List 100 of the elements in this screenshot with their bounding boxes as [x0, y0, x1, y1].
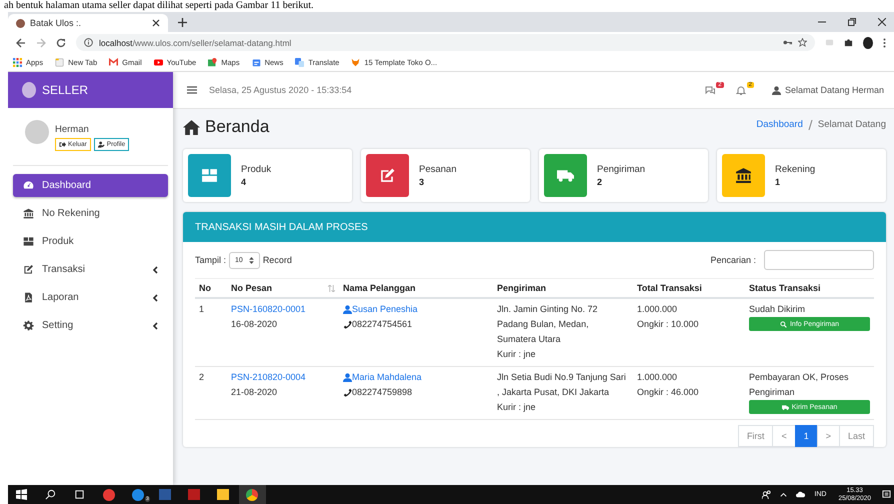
box-icon — [23, 236, 34, 247]
address-field[interactable]: localhost/www.ulos.com/seller/selamat-datang.html — [76, 34, 815, 51]
menu-icon[interactable] — [187, 86, 197, 94]
reload-icon[interactable] — [56, 38, 66, 48]
shipping-cost: Ongkir : 46.000 — [637, 386, 700, 399]
breadcrumb-separator — [808, 120, 813, 130]
pagination-link[interactable]: > — [816, 425, 840, 447]
column-header: Pengiriman — [493, 278, 633, 298]
edit-icon — [23, 264, 34, 275]
pagination-link[interactable]: First — [738, 425, 774, 447]
truck-icon — [557, 167, 574, 184]
restore-icon[interactable] — [848, 18, 856, 26]
column-header[interactable]: No Pesan — [227, 278, 339, 298]
sidebar-item[interactable]: Dashboard — [13, 174, 168, 197]
column-header: Total Transaksi — [633, 278, 745, 298]
document-caption: ah bentuk halaman utama seller dapat dilihat seperti pada Gambar 11 berikut. — [3, 0, 315, 12]
status-text: Pembayaran OK, Proses Pengiriman — [749, 371, 850, 399]
chat-icon[interactable] — [705, 85, 716, 95]
sidebar-item[interactable]: Laporan — [13, 286, 168, 309]
notification-icon[interactable] — [882, 490, 891, 499]
record-label: Record — [262, 255, 292, 265]
search-field[interactable] — [764, 250, 874, 270]
close-tab-icon[interactable] — [152, 19, 160, 27]
info-icon — [84, 38, 93, 47]
stat-label: Pesanan — [419, 164, 457, 175]
panel-header: TRANSAKSI MASIH DALAM PROSES — [183, 212, 886, 242]
bank-icon — [23, 208, 34, 219]
new-tab-icon[interactable] — [178, 18, 187, 27]
browser-tab[interactable]: Batak Ulos :. — [8, 14, 168, 32]
shipping-address: Jln Setia Budi No.9 Tanjung Sari , Jakarta Pusat, DKI Jakarta — [497, 371, 627, 399]
stat-value: 2 — [597, 177, 604, 187]
user-avatar — [25, 120, 49, 144]
order-link[interactable]: PSN-210820-0004 — [231, 370, 335, 385]
stat-value: 3 — [419, 177, 426, 187]
sidebar-item[interactable]: No Rekening — [13, 202, 168, 225]
spinner-arrows-icon — [248, 256, 254, 264]
map-pin-icon — [208, 58, 218, 66]
home-icon — [183, 118, 200, 136]
edit-icon — [379, 167, 396, 184]
translate-icon — [295, 58, 304, 66]
courier-text: Kurir : jne — [497, 348, 537, 361]
order-date: 16-08-2020 — [231, 318, 278, 331]
user-name: Herman — [55, 124, 90, 135]
logo-icon — [22, 82, 36, 98]
page-icon — [55, 58, 64, 66]
customer-link[interactable]: Susan Peneshia — [352, 302, 418, 317]
date-time: Selasa, 25 Agustus 2020 - 15:33:54 — [209, 85, 353, 95]
column-header: No — [195, 278, 227, 298]
row-number: 2 — [199, 372, 204, 382]
breadcrumb-link[interactable]: Dashboard — [756, 119, 803, 130]
customer-link[interactable]: Maria Mahdalena — [352, 370, 422, 385]
stat-label: Rekening — [775, 164, 816, 175]
search-icon — [780, 320, 787, 328]
apps-grid-icon — [13, 58, 22, 66]
phone-icon — [343, 320, 352, 329]
sidebar-item[interactable]: Produk — [13, 230, 168, 253]
bank-icon — [735, 167, 752, 184]
pagination-link[interactable]: Last — [838, 425, 874, 447]
phone-number: 082274754561 — [352, 318, 412, 331]
bell-icon[interactable] — [736, 85, 746, 95]
settings-icon — [23, 320, 34, 331]
star-icon[interactable] — [798, 38, 807, 47]
pdf-file-icon — [23, 292, 34, 303]
user-icon — [343, 373, 352, 382]
sidebar-item[interactable]: Transaksi — [13, 258, 168, 281]
phone-icon — [343, 388, 352, 397]
order-date: 21-08-2020 — [231, 386, 278, 399]
cloud-icon[interactable] — [796, 490, 806, 499]
user-edit-icon — [98, 141, 105, 148]
close-icon[interactable] — [878, 18, 886, 26]
back-icon[interactable] — [16, 38, 26, 48]
column-header: Status Transaksi — [745, 278, 874, 298]
favicon-icon — [16, 18, 25, 28]
truck-icon — [782, 404, 789, 410]
stat-label: Pengiriman — [597, 164, 646, 175]
sidebar-item[interactable]: Setting — [13, 314, 168, 337]
key-icon[interactable] — [783, 38, 792, 47]
breadcrumb-current: Selamat Datang — [818, 119, 886, 130]
user-menu[interactable]: Selamat Datang Herman — [772, 85, 884, 95]
phone-number: 082274759898 — [352, 386, 412, 399]
user-icon — [772, 86, 781, 94]
total-amount: 1.000.000 — [637, 303, 678, 316]
order-link[interactable]: PSN-160820-0001 — [231, 302, 335, 317]
menu-icon[interactable] — [883, 38, 886, 48]
stat-value: 4 — [241, 177, 248, 187]
people-icon[interactable] — [762, 490, 772, 499]
stat-label: Produk — [241, 164, 272, 175]
user-icon — [343, 305, 352, 314]
pagination-link[interactable]: 1 — [794, 425, 818, 447]
sign-out-icon — [59, 141, 66, 148]
courier-text: Kurir : jne — [497, 401, 537, 414]
dashboard-icon — [23, 180, 34, 191]
profile-avatar-icon[interactable] — [863, 36, 873, 48]
page-title: Beranda — [205, 117, 270, 137]
play-icon — [154, 58, 163, 66]
mail-icon — [109, 58, 118, 66]
shipping-address: Jln. Jamin Ginting No. 72 Padang Bulan, Medan, Sumatera Utara — [497, 303, 599, 346]
search-label: Pencarian : — [710, 255, 756, 265]
stat-value: 1 — [775, 177, 782, 187]
column-header: Nama Pelanggan — [339, 278, 493, 298]
